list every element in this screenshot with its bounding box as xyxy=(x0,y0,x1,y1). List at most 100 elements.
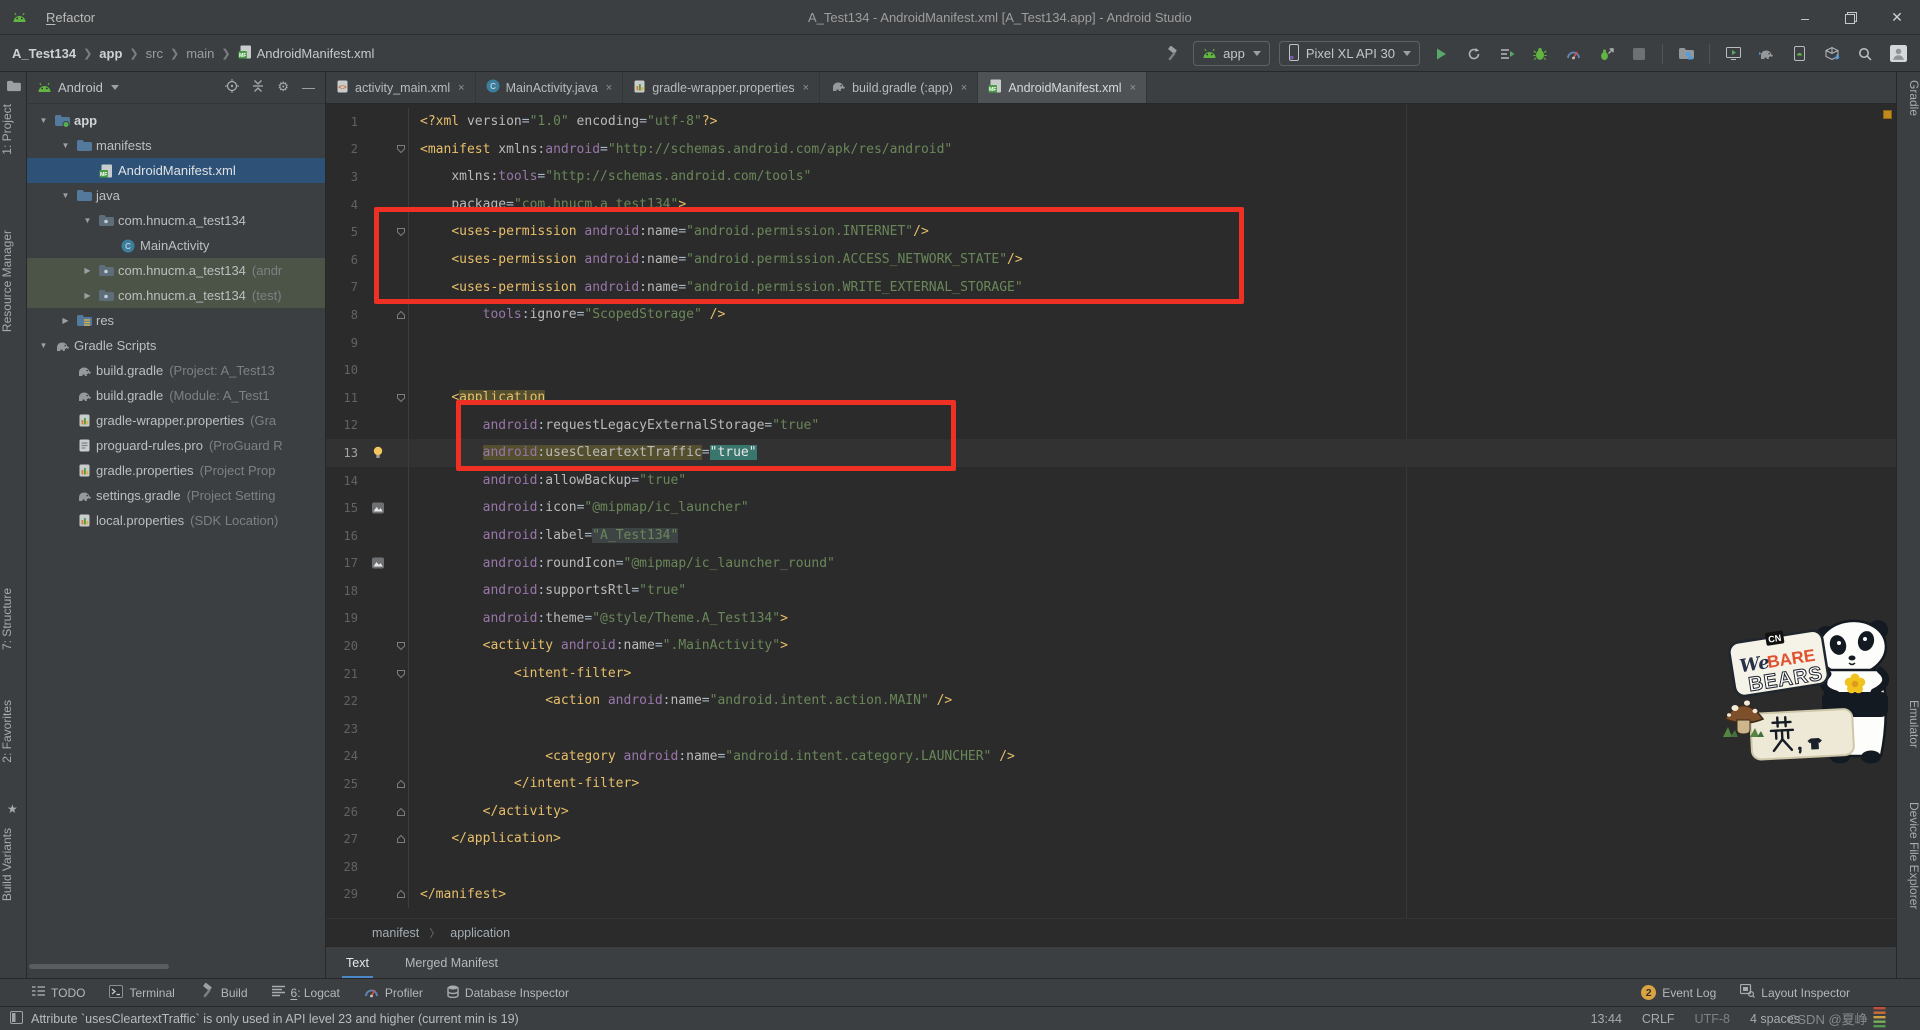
locate-file-icon[interactable] xyxy=(225,79,239,96)
tab-text[interactable]: Text xyxy=(342,947,373,979)
fold-marker-icon[interactable] xyxy=(394,779,408,789)
code-text[interactable] xyxy=(408,853,420,881)
tree-item-com-hnucm-a-test134[interactable]: ▶com.hnucm.a_test134(test) xyxy=(27,283,325,308)
chevron-down-icon[interactable]: ▼ xyxy=(57,191,74,200)
fold-marker-icon[interactable] xyxy=(394,669,408,679)
tree-item-proguard-rules-pro[interactable]: proguard-rules.pro(ProGuard R xyxy=(27,433,325,458)
run-button[interactable] xyxy=(1429,42,1453,66)
favorites-star-icon[interactable]: ★ xyxy=(7,802,18,816)
chevron-down-icon[interactable]: ▼ xyxy=(79,216,96,225)
chevron-right-icon[interactable]: ▶ xyxy=(57,316,74,325)
run-config-dropdown[interactable]: app xyxy=(1193,41,1270,66)
code-line-3[interactable]: 3 xmlns:tools="http://schemas.android.co… xyxy=(326,163,1896,191)
code-text[interactable]: <uses-permission android:name="android.p… xyxy=(408,274,1023,302)
tree-item-res[interactable]: ▶res xyxy=(27,308,325,333)
restore-button[interactable] xyxy=(1828,0,1874,35)
profile-button[interactable] xyxy=(1561,42,1585,66)
project-view-selector[interactable]: Android xyxy=(58,80,103,95)
tree-item-manifests[interactable]: ▼manifests xyxy=(27,133,325,158)
code-text[interactable]: <application xyxy=(408,384,545,412)
code-line-10[interactable]: 10 xyxy=(326,356,1896,384)
code-text[interactable]: xmlns:tools="http://schemas.android.com/… xyxy=(408,163,811,191)
code-line-26[interactable]: 26 </activity> xyxy=(326,798,1896,826)
tree-item-com-hnucm-a-test134[interactable]: ▼com.hnucm.a_test134 xyxy=(27,208,325,233)
code-text[interactable]: <action android:name="android.intent.act… xyxy=(408,687,952,715)
code-text[interactable]: android:supportsRtl="true" xyxy=(408,577,686,605)
gradle-sync-icon[interactable] xyxy=(1754,42,1778,66)
fold-marker-icon[interactable] xyxy=(394,641,408,651)
editor-tab-androidmanifest-xml[interactable]: MFAndroidManifest.xml× xyxy=(978,72,1147,103)
tree-item-com-hnucm-a-test134[interactable]: ▶com.hnucm.a_test134(andr xyxy=(27,258,325,283)
toolwindow-database-inspector[interactable]: Database Inspector xyxy=(447,985,569,1001)
code-text[interactable]: android:allowBackup="true" xyxy=(408,467,686,495)
tree-item-gradle-wrapper-properties[interactable]: gradle-wrapper.properties(Gra xyxy=(27,408,325,433)
code-line-21[interactable]: 21 <intent-filter> xyxy=(326,660,1896,688)
toolwindow-switcher-icon[interactable] xyxy=(10,1011,23,1027)
fold-marker-icon[interactable] xyxy=(394,889,408,899)
editor-tab-mainactivity-java[interactable]: CMainActivity.java× xyxy=(476,72,624,103)
close-tab-icon[interactable]: × xyxy=(606,82,612,94)
breadcrumb-main[interactable]: main xyxy=(186,46,214,61)
tab-merged-manifest[interactable]: Merged Manifest xyxy=(401,947,502,979)
tree-item-gradle-scripts[interactable]: ▼Gradle Scripts xyxy=(27,333,325,358)
tree-item-gradle-properties[interactable]: gradle.properties(Project Prop xyxy=(27,458,325,483)
toolwindow-structure[interactable]: 7: Structure xyxy=(0,588,27,650)
hide-panel-icon[interactable]: — xyxy=(302,80,315,95)
code-line-11[interactable]: 11 <application xyxy=(326,384,1896,412)
toolwindow-6-logcat[interactable]: 6: Logcat xyxy=(272,985,340,1000)
code-text[interactable]: </manifest> xyxy=(408,881,506,909)
toolwindow-build[interactable]: Build xyxy=(199,983,248,1002)
code-line-16[interactable]: 16 android:label="A_Test134" xyxy=(326,522,1896,550)
breadcrumb-project[interactable]: A_Test134 xyxy=(12,46,76,61)
device-dropdown[interactable]: Pixel XL API 30 xyxy=(1279,41,1420,66)
code-editor[interactable]: 1<?xml version="1.0" encoding="utf-8"?>2… xyxy=(326,104,1896,918)
code-text[interactable]: android:icon="@mipmap/ic_launcher" xyxy=(408,494,749,522)
toolwindow-project[interactable]: 1: Project xyxy=(0,104,27,155)
code-text[interactable]: </intent-filter> xyxy=(408,770,639,798)
fold-marker-icon[interactable] xyxy=(394,807,408,817)
tree-item-local-properties[interactable]: local.properties(SDK Location) xyxy=(27,508,325,533)
chevron-down-icon[interactable]: ▼ xyxy=(57,141,74,150)
tree-item-androidmanifest-xml[interactable]: MFAndroidManifest.xml xyxy=(27,158,325,183)
code-line-4[interactable]: 4 package="com.hnucm.a_test134"> xyxy=(326,191,1896,219)
toolwindow-layout-inspector[interactable]: Layout Inspector xyxy=(1740,984,1850,1001)
tree-item-build-gradle[interactable]: build.gradle(Module: A_Test1 xyxy=(27,383,325,408)
xml-breadcrumb-application[interactable]: application xyxy=(450,926,510,940)
rerun-icon[interactable] xyxy=(1462,42,1486,66)
line-ending-indicator[interactable]: CRLF xyxy=(1642,1012,1675,1026)
code-line-22[interactable]: 22 <action android:name="android.intent.… xyxy=(326,687,1896,715)
apply-changes-icon[interactable] xyxy=(1495,42,1519,66)
breadcrumb-src[interactable]: src xyxy=(146,46,163,61)
toolwindow-todo[interactable]: TODO xyxy=(32,985,85,1000)
code-line-6[interactable]: 6 <uses-permission android:name="android… xyxy=(326,246,1896,274)
fold-marker-icon[interactable] xyxy=(394,144,408,154)
toolwindow-favorites[interactable]: 2: Favorites xyxy=(0,700,27,763)
img-icon[interactable] xyxy=(362,502,394,514)
bulb-icon[interactable] xyxy=(362,446,394,459)
avd-manager-icon[interactable] xyxy=(1721,42,1745,66)
code-line-13[interactable]: 13 android:usesCleartextTraffic="true" xyxy=(326,439,1896,467)
close-tab-icon[interactable]: × xyxy=(458,82,464,94)
code-text[interactable]: <intent-filter> xyxy=(408,660,631,688)
gear-icon[interactable]: ⚙ xyxy=(277,80,289,95)
chevron-down-icon[interactable]: ▼ xyxy=(35,116,52,125)
device-file-explorer-icon[interactable] xyxy=(1674,42,1698,66)
code-text[interactable]: android:roundIcon="@mipmap/ic_launcher_r… xyxy=(408,550,835,578)
code-text[interactable]: </application> xyxy=(408,825,561,853)
tree-item-settings-gradle[interactable]: settings.gradle(Project Setting xyxy=(27,483,325,508)
code-text[interactable] xyxy=(408,715,420,743)
sdk-manager-icon[interactable] xyxy=(1787,42,1811,66)
code-text[interactable]: </activity> xyxy=(408,798,569,826)
editor-tab-build-gradle-app-[interactable]: build.gradle (:app)× xyxy=(820,72,978,103)
chevron-right-icon[interactable]: ▶ xyxy=(79,266,96,275)
project-toolwindow-icon[interactable] xyxy=(6,80,21,95)
code-text[interactable]: <activity android:name=".MainActivity"> xyxy=(408,632,788,660)
debug-button[interactable] xyxy=(1528,42,1552,66)
code-text[interactable]: <manifest xmlns:android="http://schemas.… xyxy=(408,136,952,164)
close-tab-icon[interactable]: × xyxy=(1130,82,1136,94)
search-everywhere-icon[interactable] xyxy=(1853,42,1877,66)
code-text[interactable]: android:requestLegacyExternalStorage="tr… xyxy=(408,412,819,440)
code-text[interactable] xyxy=(408,329,420,357)
code-line-17[interactable]: 17 android:roundIcon="@mipmap/ic_launche… xyxy=(326,550,1896,578)
code-text[interactable]: android:label="A_Test134" xyxy=(408,522,678,550)
